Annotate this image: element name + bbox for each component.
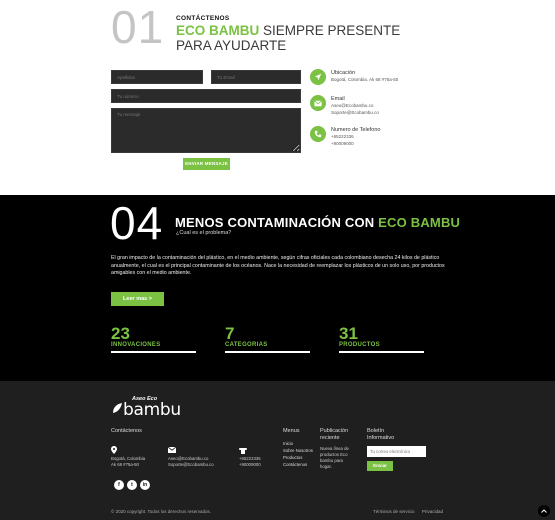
footer-menu: Inicio Sobre Nosotros Productos Contácte… bbox=[283, 440, 313, 468]
mission-title: MENOS CONTAMINACIÓN CON ECO BAMBU bbox=[175, 215, 460, 230]
copyright-text: © 2020 copyright. Todos los derechos res… bbox=[111, 509, 212, 514]
phone-value-2: +90009000 bbox=[331, 141, 354, 146]
mission-paragraph: El gran impacto de la contaminación del … bbox=[111, 255, 445, 277]
footer-publication-text[interactable]: Nueva línea de productos Eco bambu para … bbox=[320, 446, 352, 470]
email-label: Email bbox=[331, 96, 345, 102]
location-info: Ubicación Bogotá, Colombia. Ak 68 #75a-5… bbox=[310, 69, 430, 89]
terms-link[interactable]: Términos de servicio bbox=[373, 509, 415, 514]
phone-label: Numero de Telefono bbox=[331, 127, 381, 133]
chevron-up-icon bbox=[541, 509, 547, 513]
stat-caption: PRODUCTOS bbox=[339, 342, 380, 348]
read-more-button[interactable]: Leer mas > bbox=[111, 292, 164, 306]
logo[interactable]: Aseo Eco bambu bbox=[111, 396, 191, 420]
back-to-top-button[interactable] bbox=[538, 505, 550, 517]
send-message-button[interactable]: ENVIAR MENSAJE bbox=[183, 158, 230, 170]
stat-categorias: 7 CATEGORIAS bbox=[225, 325, 325, 353]
stat-caption: CATEGORIAS bbox=[225, 342, 268, 348]
stat-value: 31 bbox=[339, 324, 358, 343]
footer: Aseo Eco bambu Contáctenos Bogotá, Colom… bbox=[0, 381, 555, 520]
location-value: Bogotá, Colombia. Ak 68 #75a-50 bbox=[331, 77, 399, 82]
footer-address-2: Ak 68 #75a-50 bbox=[111, 462, 139, 467]
mail-icon bbox=[310, 95, 326, 111]
mission-title-brand: ECO BAMBU bbox=[378, 215, 461, 230]
contact-section: 01 CONTÁCTENOS ECO BAMBU SIEMPRE PRESENT… bbox=[0, 0, 555, 195]
mission-title-rest: MENOS CONTAMINACIÓN CON bbox=[175, 215, 379, 230]
footer-link-productos[interactable]: Productos bbox=[283, 454, 313, 461]
contact-title-brand: ECO BAMBU bbox=[176, 23, 260, 38]
stat-value: 23 bbox=[111, 324, 130, 343]
stat-underline bbox=[111, 351, 196, 353]
contact-kicker: CONTÁCTENOS bbox=[176, 15, 230, 22]
phone-value-1: +65222336 bbox=[331, 134, 354, 139]
mail-icon bbox=[168, 446, 176, 454]
stat-caption: INNOVACIONES bbox=[111, 342, 161, 348]
email-input[interactable] bbox=[211, 70, 301, 84]
linkedin-icon[interactable]: in bbox=[140, 480, 150, 490]
footer-emails: Aseo@Ecobambu.co Soporte@Ecobambu.co bbox=[168, 456, 214, 468]
stat-productos: 31 PRODUCTOS bbox=[339, 325, 439, 353]
email-value-2[interactable]: Soporte@Ecobambu.co bbox=[331, 110, 379, 115]
phone-icon bbox=[310, 126, 326, 142]
footer-link-contactenos[interactable]: Contáctenos bbox=[283, 461, 313, 468]
footer-phone-2: +90009000 bbox=[239, 462, 261, 467]
phone-icon bbox=[239, 446, 247, 454]
footer-link-inicio[interactable]: Inicio bbox=[283, 440, 313, 447]
location-arrow-icon bbox=[310, 69, 326, 85]
location-label: Ubicación bbox=[331, 70, 356, 76]
section-number: 01 bbox=[111, 1, 165, 53]
newsletter-send-button[interactable]: Enviar bbox=[367, 461, 393, 471]
footer-contact-heading: Contáctenos bbox=[111, 428, 142, 434]
newsletter-email-input[interactable] bbox=[367, 446, 426, 457]
stat-underline bbox=[339, 351, 424, 353]
footer-phones: +65222336 +90009000 bbox=[239, 456, 261, 468]
mission-subtitle: ¿Cual es el problema? bbox=[176, 230, 232, 236]
stat-value: 7 bbox=[225, 324, 235, 343]
section-number: 04 bbox=[110, 197, 164, 249]
name-input[interactable] bbox=[111, 70, 203, 84]
page: 01 CONTÁCTENOS ECO BAMBU SIEMPRE PRESENT… bbox=[0, 0, 555, 520]
twitter-icon[interactable]: t bbox=[127, 480, 137, 490]
stat-underline bbox=[225, 351, 310, 353]
privacy-link[interactable]: Privacidad bbox=[422, 509, 443, 514]
footer-menu-heading: Menus bbox=[283, 428, 300, 434]
email-info: Email Aseo@Ecobambu.co Soporte@Ecobambu.… bbox=[310, 95, 430, 117]
footer-address: Bogotá, Colombia Ak 68 #75a-50 bbox=[111, 456, 145, 468]
footer-link-sobre-nosotros[interactable]: Sobre Nosotros bbox=[283, 447, 313, 454]
footer-newsletter-heading: Boletín Informativo bbox=[367, 428, 395, 441]
footer-publication-heading: Publicación reciente bbox=[320, 428, 349, 441]
footer-email-2[interactable]: Soporte@Ecobambu.co bbox=[168, 462, 214, 468]
phone-info: Numero de Telefono +65222336 +90009000 bbox=[310, 126, 430, 150]
leaf-icon bbox=[113, 403, 122, 413]
logo-large-text: bambu bbox=[123, 400, 181, 420]
contact-title: ECO BAMBU SIEMPRE PRESENTE PARA AYUDARTE bbox=[176, 23, 416, 53]
stat-innovaciones: 23 INNOVACIONES bbox=[111, 325, 211, 353]
facebook-icon[interactable]: f bbox=[114, 480, 124, 490]
map-pin-icon bbox=[110, 446, 118, 454]
email-value-1[interactable]: Aseo@Ecobambu.co bbox=[331, 103, 373, 108]
phone-input[interactable] bbox=[111, 89, 301, 103]
mission-section: 04 MENOS CONTAMINACIÓN CON ECO BAMBU ¿Cu… bbox=[0, 195, 555, 381]
message-textarea[interactable] bbox=[111, 108, 301, 153]
